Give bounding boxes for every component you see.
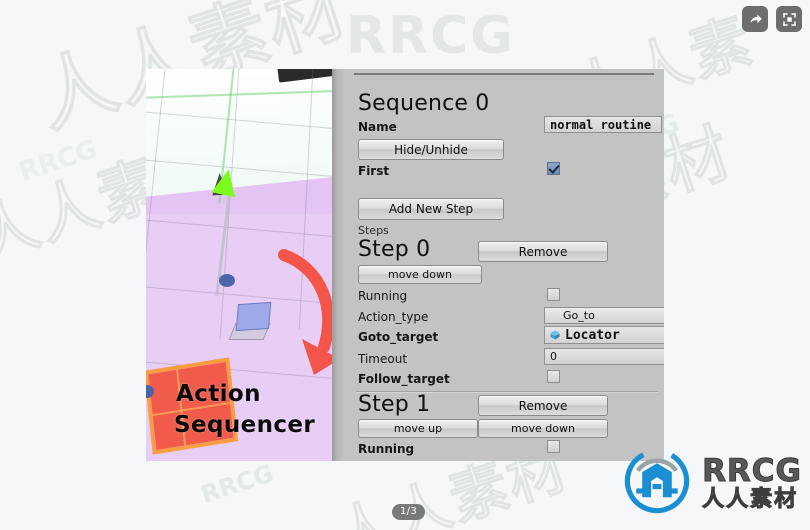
- fullscreen-icon: [782, 12, 797, 27]
- step-0-running-checkbox[interactable]: [547, 288, 560, 301]
- fullscreen-button[interactable]: [776, 6, 802, 32]
- hide-unhide-button[interactable]: Hide/Unhide: [358, 139, 504, 160]
- step-0-timeout-input[interactable]: 0: [544, 348, 664, 365]
- brand-logo: RRCG 人人素材: [620, 444, 802, 522]
- brand-name: RRCG: [702, 452, 802, 489]
- step-1-move-up-button[interactable]: move up: [358, 419, 478, 438]
- locator-object-icon: [549, 329, 561, 341]
- screenshot-content: Action Sequencer Sequence 0 Name normal …: [146, 69, 664, 461]
- step-1-remove-button[interactable]: Remove: [478, 395, 608, 416]
- step-0-goto-target-field[interactable]: Locator: [544, 326, 664, 344]
- step-1-running-label: Running: [358, 442, 415, 456]
- step-0-action-type-label: Action_type: [358, 310, 429, 324]
- sequence-title: Sequence 0: [358, 91, 490, 116]
- step-0-goto-target-value: Locator: [565, 327, 620, 343]
- step-0-timeout-label: Timeout: [358, 352, 408, 366]
- step-0-goto-target-label: Goto_target: [358, 330, 439, 344]
- share-button[interactable]: [742, 6, 768, 32]
- rrcg-mark-icon: [620, 444, 694, 522]
- page-root: 人人素材 人人素材 人人素材 人人素材 人人素材 人人素材 RRCG RRCG …: [0, 0, 810, 530]
- name-label: Name: [358, 120, 397, 134]
- step-0-follow-target-checkbox[interactable]: [547, 370, 560, 383]
- page-counter: 1/3: [392, 504, 425, 520]
- watermark-rrcg: RRCG: [346, 6, 515, 66]
- top-controls: [742, 6, 802, 32]
- viewport-panel-divider: [332, 69, 344, 461]
- first-label: First: [358, 164, 390, 178]
- scene-plane-blue[interactable]: [235, 301, 272, 332]
- viewport-caption-line1: Action: [176, 381, 261, 407]
- step-1-move-down-button[interactable]: move down: [478, 419, 608, 438]
- step-1-title: Step 1: [358, 392, 431, 417]
- viewport-caption-line2: Sequencer: [174, 412, 316, 438]
- scene-sphere[interactable]: [219, 274, 235, 287]
- step-0-move-down-button[interactable]: move down: [358, 265, 482, 284]
- step-1-running-checkbox[interactable]: [547, 440, 560, 453]
- watermark-rrcg: RRCG: [15, 134, 102, 188]
- steps-label: Steps: [358, 224, 389, 237]
- first-checkbox[interactable]: [547, 162, 560, 175]
- step-0-follow-target-label: Follow_target: [358, 372, 450, 386]
- name-input[interactable]: normal routine: [544, 116, 662, 133]
- watermark-rrcg: RRCG: [197, 459, 277, 509]
- step-0-remove-button[interactable]: Remove: [478, 241, 608, 262]
- 3d-viewport[interactable]: Action Sequencer: [146, 69, 332, 461]
- step-0-running-label: Running: [358, 289, 408, 303]
- inspector-panel: Sequence 0 Name normal routine Hide/Unhi…: [344, 69, 664, 461]
- add-new-step-button[interactable]: Add New Step: [358, 198, 504, 220]
- step-0-action-type-dropdown[interactable]: Go_to: [544, 307, 664, 324]
- step-0-title: Step 0: [358, 237, 431, 262]
- brand-subtitle: 人人素材: [702, 486, 799, 512]
- share-icon: [748, 12, 763, 27]
